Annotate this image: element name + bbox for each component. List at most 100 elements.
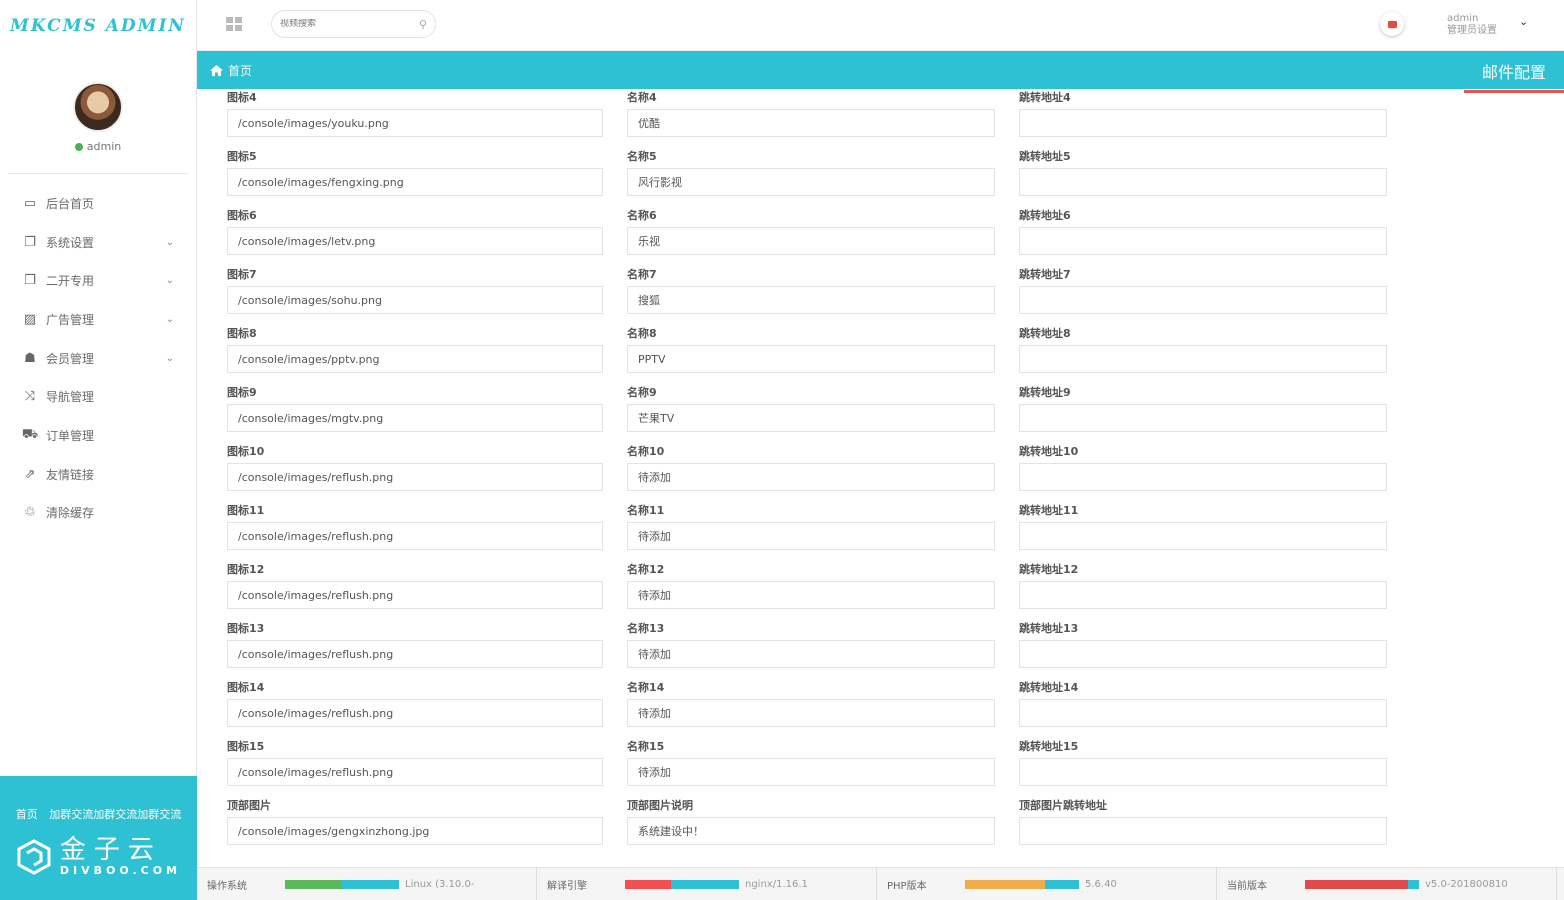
url-field-input[interactable] (1019, 227, 1387, 255)
sidebar-item-0[interactable]: ▭ 后台首页 (0, 184, 196, 223)
search-input[interactable] (280, 19, 419, 29)
chevron-down-icon[interactable]: ⌄ (1519, 15, 1528, 28)
sidebar-item-label: 订单管理 (46, 428, 95, 443)
brand-name-en: DIVBOO.COM (59, 864, 182, 877)
search-icon[interactable]: ⚲ (419, 18, 427, 31)
sidebar-item-6[interactable]: ⛟ 订单管理 (0, 416, 196, 455)
status-item: PHP版本 5.6.40 (877, 868, 1217, 900)
icon-field-input[interactable] (227, 817, 603, 845)
icon-field: 图标5 (227, 150, 603, 209)
name-field: 名称5 (627, 150, 995, 209)
name-field-label: 名称11 (627, 504, 665, 517)
status-item: 解译引擎 nginx/1.16.1 (537, 868, 877, 900)
progress-fill (285, 879, 342, 889)
url-field-input[interactable] (1019, 640, 1387, 668)
url-field-input[interactable] (1019, 168, 1387, 196)
sidebar-item-5[interactable]: ⤨ 导航管理 (0, 377, 196, 416)
sidebar-item-3[interactable]: ▨ 广告管理 ⌄ (0, 300, 196, 339)
sidebar-item-label: 清除缓存 (46, 506, 95, 521)
name-field-input[interactable] (627, 345, 995, 373)
breadcrumb[interactable]: 首页 (197, 62, 252, 79)
url-field-input[interactable] (1019, 699, 1387, 727)
name-field: 名称13 (627, 622, 995, 681)
external-link-icon: ⇗ (24, 466, 36, 482)
chevron-down-icon[interactable]: ⌄ (166, 237, 174, 248)
name-field-label: 名称4 (627, 91, 657, 104)
url-field-input[interactable] (1019, 109, 1387, 137)
icon-field-input[interactable] (227, 168, 603, 196)
sidebar-item-4[interactable]: ☗ 会员管理 ⌄ (0, 339, 196, 378)
cart-icon: ⛟ (21, 426, 39, 442)
icon-field-input[interactable] (227, 522, 603, 550)
name-field-input[interactable] (627, 286, 995, 314)
icon-field-input[interactable] (227, 581, 603, 609)
footer-link-home[interactable]: 首页 (16, 808, 38, 821)
user-status: admin (0, 140, 196, 153)
icon-field-input[interactable] (227, 286, 603, 314)
icon-field-input[interactable] (227, 345, 603, 373)
name-field-input[interactable] (627, 581, 995, 609)
name-field-input[interactable] (627, 404, 995, 432)
url-field-input[interactable] (1019, 345, 1387, 373)
top-bar: ⚲ admin 管理员设置 ⌄ (197, 0, 1564, 51)
tab-mail-config[interactable]: 邮件配置 (1464, 51, 1564, 93)
sidebar-item-label: 二开专用 (46, 274, 95, 289)
name-field-input[interactable] (627, 522, 995, 550)
avatar[interactable] (73, 82, 123, 132)
url-field-input[interactable] (1019, 404, 1387, 432)
icon-field-input[interactable] (227, 758, 603, 786)
icon-field-label: 图标4 (227, 91, 257, 104)
url-field-input[interactable] (1019, 522, 1387, 550)
url-field-input[interactable] (1019, 581, 1387, 609)
name-field-input[interactable] (627, 463, 995, 491)
user-menu[interactable]: admin 管理员设置 (1447, 13, 1497, 37)
name-field: 顶部图片说明 (627, 799, 995, 858)
chevron-down-icon[interactable]: ⌄ (166, 314, 174, 325)
sidebar-item-8[interactable]: ♲ 清除缓存 (0, 494, 196, 533)
grid-menu-icon[interactable] (226, 17, 242, 31)
chevron-down-icon[interactable]: ⌄ (166, 353, 174, 364)
icon-field-label: 图标10 (227, 445, 265, 458)
icon-field-input[interactable] (227, 404, 603, 432)
name-field-input[interactable] (627, 817, 995, 845)
mail-button[interactable] (1380, 12, 1404, 36)
url-field-label: 跳转地址5 (1019, 150, 1071, 163)
icon-field-input[interactable] (227, 699, 603, 727)
breadcrumb-home[interactable]: 首页 (228, 62, 252, 79)
icon-field-input[interactable] (227, 227, 603, 255)
brand-name-cn: 金子云 (59, 835, 162, 865)
name-field: 名称10 (627, 445, 995, 504)
sidebar-item-label: 系统设置 (46, 235, 95, 250)
url-field-label: 跳转地址6 (1019, 209, 1071, 222)
chevron-down-icon[interactable]: ⌄ (166, 275, 174, 286)
name-field-input[interactable] (627, 227, 995, 255)
copy-icon: ❐ (24, 273, 36, 289)
name-field-label: 名称6 (627, 209, 657, 222)
sidebar-item-2[interactable]: ❐ 二开专用 ⌄ (0, 261, 196, 300)
sidebar-item-label: 广告管理 (46, 312, 95, 327)
name-field-input[interactable] (627, 640, 995, 668)
icon-field-label: 图标14 (227, 681, 265, 694)
app-logo[interactable]: MKCMS ADMIN (0, 0, 196, 52)
url-field-label: 跳转地址9 (1019, 386, 1071, 399)
progress-bar (1305, 879, 1419, 889)
url-field-input[interactable] (1019, 817, 1387, 845)
trash-icon: ♲ (24, 505, 36, 521)
url-field-input[interactable] (1019, 463, 1387, 491)
name-field-input[interactable] (627, 699, 995, 727)
url-field-input[interactable] (1019, 286, 1387, 314)
name-field-input[interactable] (627, 168, 995, 196)
footer-link-group[interactable]: 加群交流加群交流加群交流 (49, 808, 181, 821)
name-field-label: 名称9 (627, 386, 657, 399)
url-field: 跳转地址4 (1019, 91, 1387, 150)
icon-field-input[interactable] (227, 463, 603, 491)
sidebar-item-1[interactable]: ❐ 系统设置 ⌄ (0, 223, 196, 262)
name-field-input[interactable] (627, 758, 995, 786)
name-field-input[interactable] (627, 109, 995, 137)
icon-field-input[interactable] (227, 109, 603, 137)
image-icon: ▨ (23, 311, 37, 327)
user-profile: admin (0, 52, 196, 153)
url-field-input[interactable] (1019, 758, 1387, 786)
sidebar-item-7[interactable]: ⇗ 友情链接 (0, 455, 196, 494)
icon-field-input[interactable] (227, 640, 603, 668)
